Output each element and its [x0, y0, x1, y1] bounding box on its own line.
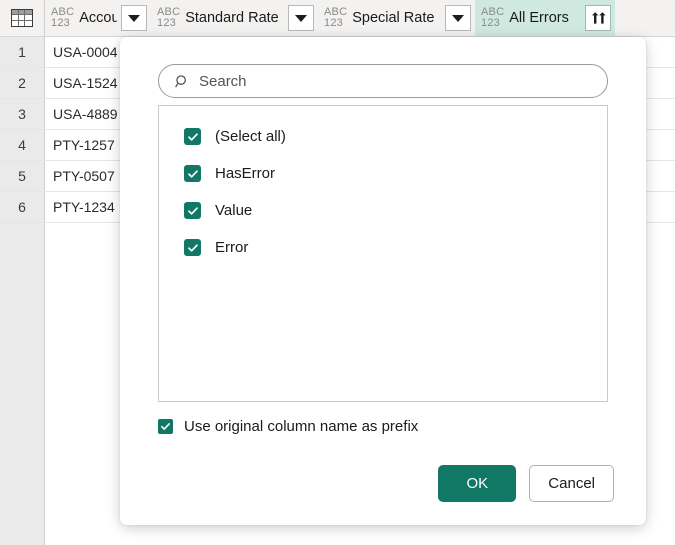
checkbox-haserror[interactable] — [184, 165, 201, 182]
type-icon-123: 123 — [157, 17, 176, 29]
list-item-haserror[interactable]: HasError — [159, 155, 607, 192]
dialog-button-row: OK Cancel — [438, 465, 614, 502]
column-list[interactable]: (Select all) HasError Value Error — [158, 105, 608, 402]
column-header-all-errors[interactable]: ABC 123 All Errors — [475, 0, 615, 36]
column-title-account: Account — [79, 10, 117, 26]
check-icon — [187, 206, 198, 215]
search-input[interactable]: Search — [158, 64, 608, 98]
search-placeholder: Search — [199, 72, 247, 90]
column-header-special-rate[interactable]: ABC 123 Special Rate — [318, 0, 475, 36]
abc123-type-icon: ABC 123 — [157, 6, 180, 29]
row-number: 2 — [0, 68, 45, 98]
row-number: 4 — [0, 130, 45, 160]
column-header-account[interactable]: ABC 123 Account — [45, 0, 151, 36]
type-icon-123: 123 — [324, 17, 343, 29]
column-header-standard-rate[interactable]: ABC 123 Standard Rate — [151, 0, 318, 36]
table-icon — [11, 9, 33, 27]
row-number: 5 — [0, 161, 45, 191]
list-item-label: Value — [215, 202, 253, 219]
column-filter-dropdown-special-rate[interactable] — [445, 5, 471, 31]
cancel-button[interactable]: Cancel — [529, 465, 614, 502]
expand-column-button-all-errors[interactable] — [585, 5, 611, 31]
search-icon — [175, 74, 190, 89]
row-number: 1 — [0, 37, 45, 67]
check-icon — [161, 423, 170, 430]
check-icon — [187, 243, 198, 252]
column-filter-dropdown-standard-rate[interactable] — [288, 5, 314, 31]
list-item-label: HasError — [215, 165, 276, 182]
type-icon-123: 123 — [481, 17, 500, 29]
chevron-down-icon — [128, 14, 140, 22]
column-title-standard-rate: Standard Rate — [185, 10, 279, 26]
abc123-type-icon: ABC 123 — [324, 6, 347, 29]
column-filter-dropdown-account[interactable] — [121, 5, 147, 31]
abc123-type-icon: ABC 123 — [481, 6, 504, 29]
ok-button[interactable]: OK — [438, 465, 517, 502]
checkbox-select-all[interactable] — [184, 128, 201, 145]
expand-arrows-icon — [591, 11, 606, 24]
expand-column-dialog: Search (Select all) HasError Value Error… — [120, 37, 646, 525]
column-title-all-errors: All Errors — [509, 10, 569, 26]
row-gutter-filler — [0, 223, 45, 545]
abc123-type-icon: ABC 123 — [51, 6, 74, 29]
select-all-table-corner-button[interactable] — [0, 0, 45, 36]
checkbox-use-prefix[interactable] — [158, 419, 173, 434]
chevron-down-icon — [295, 14, 307, 22]
checkbox-error[interactable] — [184, 239, 201, 256]
grid-column-header-row: ABC 123 Account ABC 123 Standard Rate AB… — [0, 0, 675, 37]
checkbox-value[interactable] — [184, 202, 201, 219]
check-icon — [187, 169, 198, 178]
column-title-special-rate: Special Rate — [352, 10, 435, 26]
type-icon-123: 123 — [51, 17, 70, 29]
row-number: 6 — [0, 192, 45, 222]
use-prefix-label: Use original column name as prefix — [184, 418, 419, 435]
use-prefix-option[interactable]: Use original column name as prefix — [158, 418, 418, 435]
list-item-label: (Select all) — [215, 128, 286, 145]
list-item-value[interactable]: Value — [159, 192, 607, 229]
list-item-select-all[interactable]: (Select all) — [159, 118, 607, 155]
chevron-down-icon — [452, 14, 464, 22]
list-item-error[interactable]: Error — [159, 229, 607, 266]
list-item-label: Error — [215, 239, 249, 256]
row-number: 3 — [0, 99, 45, 129]
check-icon — [187, 132, 198, 141]
